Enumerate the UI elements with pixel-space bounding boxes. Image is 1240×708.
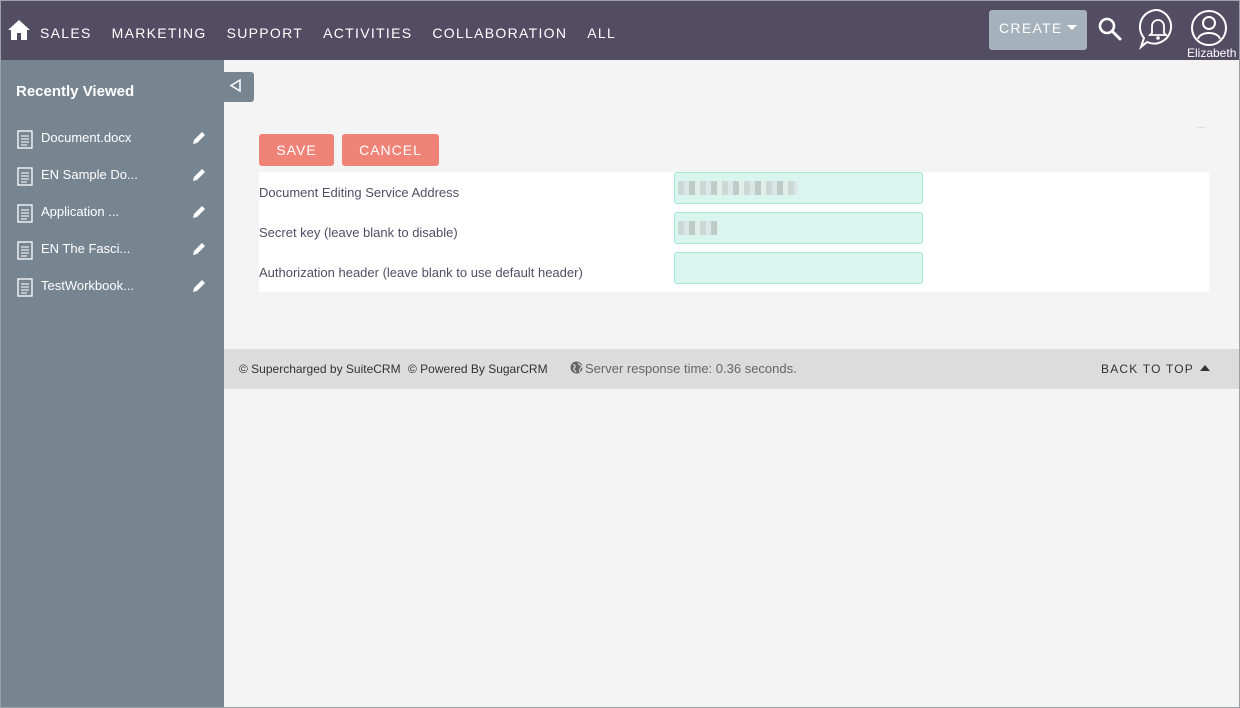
footer: © Supercharged by SuiteCRM © Powered By … bbox=[224, 349, 1240, 389]
save-button[interactable]: SAVE bbox=[259, 134, 334, 166]
sugarcrm-credit[interactable]: © Powered By SugarCRM bbox=[408, 362, 548, 376]
pencil-icon[interactable] bbox=[191, 241, 207, 257]
notification-bell-icon[interactable] bbox=[1138, 8, 1178, 50]
create-button-label: CREATE bbox=[999, 20, 1063, 36]
document-icon bbox=[17, 204, 33, 223]
recent-item-label: TestWorkbook... bbox=[41, 278, 134, 293]
document-icon bbox=[17, 130, 33, 149]
recent-item[interactable]: EN The Fasci... bbox=[0, 231, 224, 268]
server-response-time: Server response time: 0.36 seconds. bbox=[585, 361, 797, 376]
globe-icon bbox=[570, 361, 583, 374]
form-row-service-address: Document Editing Service Address bbox=[259, 172, 1209, 212]
cancel-button[interactable]: CANCEL bbox=[342, 134, 439, 166]
nav-item-collaboration[interactable]: COLLABORATION bbox=[432, 20, 567, 41]
form-row-secret-key: Secret key (leave blank to disable) bbox=[259, 212, 1209, 252]
suitecrm-credit[interactable]: © Supercharged by SuiteCRM bbox=[239, 362, 401, 376]
back-to-top-label: BACK TO TOP bbox=[1101, 362, 1195, 376]
pencil-icon[interactable] bbox=[191, 167, 207, 183]
pencil-icon[interactable] bbox=[191, 278, 207, 294]
nav-item-activities[interactable]: ACTIVITIES bbox=[323, 20, 412, 41]
nav-item-all[interactable]: ALL bbox=[587, 20, 616, 41]
create-button[interactable]: CREATE bbox=[989, 10, 1087, 50]
secret-key-label: Secret key (leave blank to disable) bbox=[259, 225, 458, 240]
recent-item[interactable]: Document.docx bbox=[0, 120, 224, 157]
nav-item-sales[interactable]: SALES bbox=[40, 20, 92, 41]
sidebar-title: Recently Viewed bbox=[16, 83, 135, 100]
document-icon bbox=[17, 241, 33, 260]
divider bbox=[1197, 127, 1205, 128]
caret-up-icon bbox=[1200, 365, 1211, 371]
search-icon[interactable] bbox=[1097, 16, 1123, 42]
back-to-top-link[interactable]: BACK TO TOP bbox=[1101, 362, 1211, 376]
authorization-header-label: Authorization header (leave blank to use… bbox=[259, 265, 583, 280]
authorization-header-input[interactable] bbox=[674, 252, 923, 284]
nav-item-support[interactable]: SUPPORT bbox=[227, 20, 304, 41]
pencil-icon[interactable] bbox=[191, 130, 207, 146]
service-address-input[interactable] bbox=[674, 172, 923, 204]
sidebar: Recently Viewed Document.docx EN Sample … bbox=[0, 60, 224, 708]
recent-item-label: EN Sample Do... bbox=[41, 167, 138, 182]
home-icon[interactable] bbox=[7, 18, 31, 42]
user-avatar-icon[interactable] bbox=[1190, 9, 1228, 47]
user-name[interactable]: Elizabeth bbox=[1187, 46, 1236, 60]
recent-item[interactable]: TestWorkbook... bbox=[0, 268, 224, 305]
pencil-icon[interactable] bbox=[191, 204, 207, 220]
recent-item-label: EN The Fasci... bbox=[41, 241, 131, 256]
service-address-label: Document Editing Service Address bbox=[259, 185, 460, 200]
settings-form: Document Editing Service Address Secret … bbox=[259, 172, 1209, 292]
triangle-left-icon bbox=[229, 78, 241, 93]
main-menu: SALES MARKETING SUPPORT ACTIVITIES COLLA… bbox=[40, 0, 636, 60]
caret-down-icon bbox=[1067, 25, 1077, 30]
sidebar-collapse-button[interactable] bbox=[224, 72, 254, 102]
form-row-authorization-header: Authorization header (leave blank to use… bbox=[259, 252, 1209, 292]
recent-item[interactable]: Application ... bbox=[0, 194, 224, 231]
recent-item-label: Application ... bbox=[41, 204, 120, 219]
top-navigation-bar: SALES MARKETING SUPPORT ACTIVITIES COLLA… bbox=[0, 0, 1240, 60]
recent-item[interactable]: EN Sample Do... bbox=[0, 157, 224, 194]
nav-item-marketing[interactable]: MARKETING bbox=[112, 20, 207, 41]
document-icon bbox=[17, 278, 33, 297]
document-icon bbox=[17, 167, 33, 186]
recent-item-label: Document.docx bbox=[41, 130, 132, 145]
secret-key-input[interactable] bbox=[674, 212, 923, 244]
